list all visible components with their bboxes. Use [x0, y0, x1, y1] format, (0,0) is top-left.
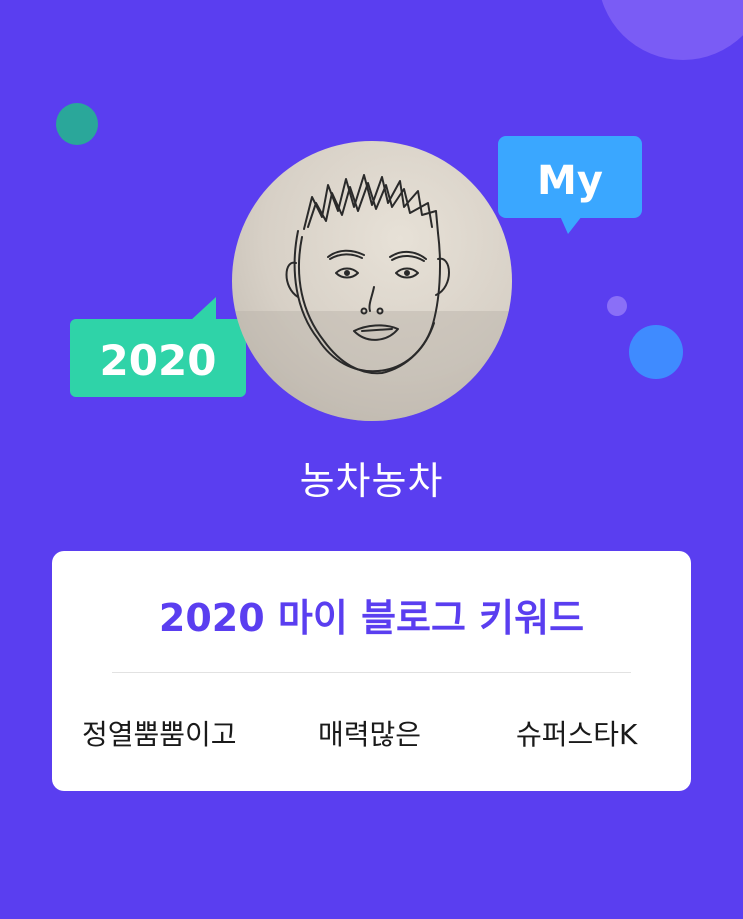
profile-nickname: 농차농차 — [299, 459, 444, 503]
year-bubble-label: 2020 — [100, 336, 217, 385]
my-bubble-label: My — [537, 158, 603, 204]
card-title: 2020 마이 블로그 키워드 — [158, 596, 585, 640]
keyword-2: 매력많은 — [318, 718, 422, 751]
year-speech-bubble: 2020 — [70, 297, 246, 397]
my-speech-bubble: My — [498, 136, 642, 234]
keyword-1: 정열뿜뿜이고 — [82, 718, 237, 751]
decorative-circle-blue — [629, 325, 683, 379]
decorative-circle-small — [607, 296, 627, 316]
card-divider — [112, 672, 631, 673]
hand-drawn-face-icon — [232, 174, 512, 421]
decorative-circle-teal — [56, 103, 98, 145]
keywords-card: 2020 마이 블로그 키워드 정열뿜뿜이고 매력많은 슈퍼스타K — [52, 551, 691, 791]
decorative-circle-top-right — [598, 0, 743, 60]
keyword-3: 슈퍼스타K — [516, 718, 638, 751]
profile-avatar[interactable] — [232, 141, 512, 421]
